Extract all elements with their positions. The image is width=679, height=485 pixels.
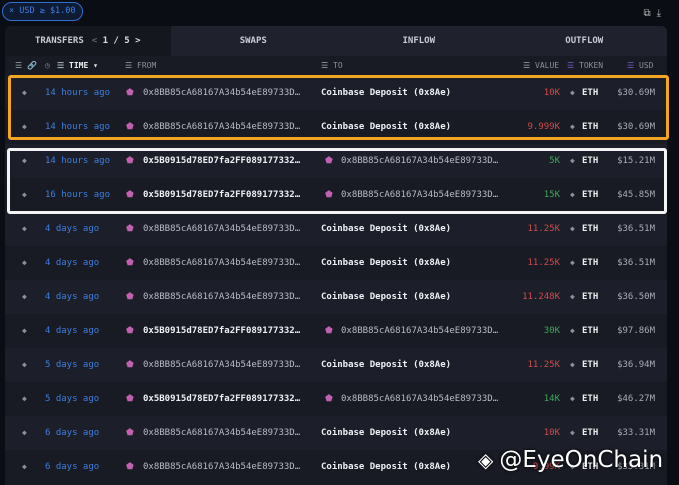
table-row[interactable]: ◆ 4 days ago ⬟ 0x5B0915d78ED7fa2FF089177… (5, 314, 667, 348)
eth-token-icon: ◆ (570, 258, 575, 267)
table-row[interactable]: ◆ 5 days ago ⬟ 0x8BB85cA68167A34b54eE897… (5, 348, 667, 382)
time-link[interactable]: 6 days ago (45, 462, 99, 472)
to-address[interactable]: Coinbase Deposit (0x8Ae) (321, 224, 451, 234)
time-link[interactable]: 5 days ago (45, 360, 99, 370)
next-page-button[interactable]: > (135, 36, 140, 46)
time-link[interactable]: 6 days ago (45, 428, 99, 438)
token-column-header[interactable]: ☰ TOKEN (567, 61, 603, 70)
ethereum-chain-icon: ◆ (22, 224, 27, 233)
entity-icon: ⬟ (126, 258, 134, 268)
from-address[interactable]: 0x5B0915d78ED7fa2FF089177332… (143, 326, 300, 336)
from-address[interactable]: 0x8BB85cA68167A34b54eE89733D… (143, 360, 300, 370)
time-link[interactable]: 4 days ago (45, 326, 99, 336)
to-address[interactable]: Coinbase Deposit (0x8Ae) (321, 462, 451, 472)
highlight-inflow-box (7, 148, 667, 214)
page-indicator: 1 / 5 (102, 36, 130, 46)
value: 14K (543, 394, 560, 404)
to-address[interactable]: Coinbase Deposit (0x8Ae) (321, 258, 451, 268)
value: 30K (543, 326, 560, 336)
tab-outflow[interactable]: OUTFLOW (502, 26, 668, 56)
value: 11.25K (527, 224, 560, 234)
entity-icon: ⬟ (126, 292, 134, 302)
time-column-header[interactable]: ☰ TIME ▾ (57, 61, 98, 70)
ethereum-chain-icon: ◆ (22, 292, 27, 301)
tab-swaps[interactable]: SWAPS (171, 26, 337, 56)
entity-icon: ⬟ (325, 394, 333, 404)
column-headers: ☰ 🔗 ◷ ☰ TIME ▾ ☰ FROM ☰ TO ☰ VALUE ☰ TOK… (5, 56, 667, 76)
time-link[interactable]: 4 days ago (45, 292, 99, 302)
entity-icon: ⬟ (126, 394, 134, 404)
ethereum-chain-icon: ◆ (22, 462, 27, 471)
entity-icon: ⬟ (126, 428, 134, 438)
table-row[interactable]: ◆ 4 days ago ⬟ 0x8BB85cA68167A34b54eE897… (5, 280, 667, 314)
to-column-header[interactable]: ☰ TO (321, 61, 343, 70)
to-address[interactable]: 0x8BB85cA68167A34b54eE89733D… (341, 394, 498, 404)
pager: < 1 / 5 > (92, 26, 141, 56)
prev-page-button[interactable]: < (92, 36, 97, 46)
eth-token-icon: ◆ (570, 326, 575, 335)
from-address[interactable]: 0x8BB85cA68167A34b54eE89733D… (143, 462, 300, 472)
usd-column-header[interactable]: ☰ USD (627, 61, 653, 70)
usd-value: $33.31M (617, 428, 655, 438)
usd-value: $97.86M (617, 326, 655, 336)
scrollbar[interactable] (669, 26, 679, 485)
to-address[interactable]: Coinbase Deposit (0x8Ae) (321, 428, 451, 438)
to-address[interactable]: 0x8BB85cA68167A34b54eE89733D… (341, 326, 498, 336)
value: 11.25K (527, 360, 560, 370)
usd-value: $36.50M (617, 292, 655, 302)
eth-token-icon: ◆ (570, 360, 575, 369)
entity-icon: ⬟ (126, 224, 134, 234)
watermark: ◈ @EyeOnChain (478, 447, 663, 473)
value: 11.25K (527, 258, 560, 268)
to-address[interactable]: Coinbase Deposit (0x8Ae) (321, 292, 451, 302)
from-address[interactable]: 0x5B0915d78ED7fa2FF089177332… (143, 394, 300, 404)
ethereum-chain-icon: ◆ (22, 258, 27, 267)
usd-value: $36.51M (617, 224, 655, 234)
entity-icon: ⬟ (325, 326, 333, 336)
usd-filter-chip[interactable]: × USD ≥ $1.00 (2, 2, 83, 21)
value: 11.248K (522, 292, 560, 302)
download-icon[interactable]: ⤓ (657, 8, 661, 19)
from-address[interactable]: 0x8BB85cA68167A34b54eE89733D… (143, 292, 300, 302)
ethereum-chain-icon: ◆ (22, 394, 27, 403)
eth-token-icon: ◆ (570, 224, 575, 233)
watermark-text: @EyeOnChain (499, 447, 664, 473)
usd-value: $36.94M (617, 360, 655, 370)
ethereum-chain-icon: ◆ (22, 360, 27, 369)
clock-icon: ◷ (45, 61, 50, 70)
entity-icon: ⬟ (126, 360, 134, 370)
table-row[interactable]: ◆ 5 days ago ⬟ 0x5B0915d78ED7fa2FF089177… (5, 382, 667, 416)
copy-icon[interactable]: ⧉ (643, 8, 650, 19)
ethereum-chain-icon: ◆ (22, 326, 27, 335)
to-address[interactable]: Coinbase Deposit (0x8Ae) (321, 360, 451, 370)
usd-value: $46.27M (617, 394, 655, 404)
from-address[interactable]: 0x8BB85cA68167A34b54eE89733D… (143, 258, 300, 268)
ethereum-chain-icon: ◆ (22, 428, 27, 437)
table-row[interactable]: ◆ 6 days ago ⬟ 0x8BB85cA68167A34b54eE897… (5, 416, 667, 450)
time-link[interactable]: 4 days ago (45, 258, 99, 268)
time-link[interactable]: 4 days ago (45, 224, 99, 234)
binance-logo-icon: ◈ (478, 448, 494, 472)
eth-token-icon: ◆ (570, 428, 575, 437)
table-row[interactable]: ◆ 4 days ago ⬟ 0x8BB85cA68167A34b54eE897… (5, 212, 667, 246)
filter-icon[interactable]: ☰ 🔗 (15, 61, 37, 70)
entity-icon: ⬟ (126, 462, 134, 472)
from-address[interactable]: 0x8BB85cA68167A34b54eE89733D… (143, 224, 300, 234)
tab-inflow[interactable]: INFLOW (336, 26, 502, 56)
tab-label: TRANSFERS (34, 36, 84, 46)
from-address[interactable]: 0x8BB85cA68167A34b54eE89733D… (143, 428, 300, 438)
from-column-header[interactable]: ☰ FROM (125, 61, 156, 70)
table-row[interactable]: ◆ 4 days ago ⬟ 0x8BB85cA68167A34b54eE897… (5, 246, 667, 280)
eth-token-icon: ◆ (570, 292, 575, 301)
value: 10K (543, 428, 560, 438)
usd-value: $36.51M (617, 258, 655, 268)
tab-transfers[interactable]: TRANSFERS < 1 / 5 > (5, 26, 171, 56)
highlight-outflow-box (8, 75, 669, 140)
eth-token-icon: ◆ (570, 394, 575, 403)
value-column-header[interactable]: ☰ VALUE (523, 61, 559, 70)
entity-icon: ⬟ (126, 326, 134, 336)
time-link[interactable]: 5 days ago (45, 394, 99, 404)
